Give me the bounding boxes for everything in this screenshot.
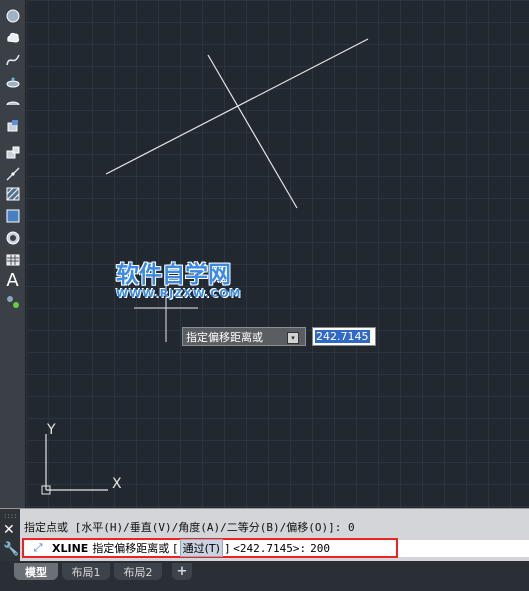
circle-icon[interactable] bbox=[2, 6, 23, 26]
close-icon[interactable]: ✕ bbox=[3, 522, 15, 538]
command-line-bg bbox=[398, 540, 529, 557]
multiline-text-icon[interactable]: A bbox=[2, 270, 23, 291]
gradient-icon[interactable] bbox=[2, 206, 23, 226]
dynamic-input-value-field[interactable]: 242.7145 bbox=[312, 327, 376, 346]
add-layout-button[interactable]: + bbox=[172, 563, 192, 580]
command-line-input[interactable]: ⤢ XLINE 指定偏移距离或 [ 通过(T) ] <242.7145>: 20… bbox=[22, 538, 398, 558]
bracket-open: [ bbox=[173, 541, 178, 555]
bracket-close: ] bbox=[224, 541, 230, 555]
hatch-icon[interactable] bbox=[2, 184, 23, 204]
ellipse-arc-icon[interactable] bbox=[2, 94, 23, 114]
wrench-icon[interactable]: 🔧 bbox=[3, 542, 19, 557]
insert-block-icon[interactable] bbox=[2, 116, 23, 136]
draw-toolbar: A bbox=[0, 0, 26, 510]
ucs-y-label: Y bbox=[46, 422, 56, 438]
tab-model[interactable]: 模型 bbox=[14, 563, 58, 580]
dynamic-input-prompt-label: 指定偏移距离或 bbox=[186, 330, 263, 344]
spline-icon[interactable] bbox=[2, 50, 23, 70]
watermark: 软件自学网 WWW.RJZXW.COM bbox=[116, 262, 266, 300]
drawing-canvas[interactable]: 软件自学网 WWW.RJZXW.COM 指定偏移距离或 ▾ 242.7145 X… bbox=[26, 0, 529, 508]
ucs-icon: X Y bbox=[41, 422, 122, 495]
watermark-title: 软件自学网 bbox=[116, 262, 231, 288]
command-option-through[interactable]: 通过(T) bbox=[179, 539, 223, 557]
make-block-icon[interactable] bbox=[2, 142, 23, 162]
layout-tabs: 模型 布局1 布局2 + bbox=[0, 561, 529, 591]
command-prompt: 指定偏移距离或 bbox=[92, 542, 170, 555]
tab-layout1[interactable]: 布局1 bbox=[62, 563, 110, 580]
xline-1 bbox=[105, 38, 369, 175]
chevron-down-icon[interactable]: ▾ bbox=[287, 332, 299, 344]
point-icon[interactable] bbox=[2, 164, 23, 184]
command-typed-value: 200 bbox=[310, 541, 330, 555]
revision-cloud-icon[interactable] bbox=[2, 28, 23, 48]
command-history-line: 指定点或 [水平(H)/垂直(V)/角度(A)/二等分(B)/偏移(O)]: 0 bbox=[24, 521, 355, 534]
region-icon[interactable] bbox=[2, 228, 23, 248]
add-selected-icon[interactable] bbox=[2, 292, 23, 312]
grip-handle[interactable]: :::: bbox=[4, 512, 17, 520]
command-line-icon[interactable]: ⤢ bbox=[24, 541, 52, 555]
command-name: XLINE bbox=[52, 541, 89, 555]
ellipse-icon[interactable] bbox=[2, 72, 23, 92]
command-window: :::: ✕ 🔧 指定点或 [水平(H)/垂直(V)/角度(A)/二等分(B)/… bbox=[0, 508, 529, 562]
dynamic-input-prompt[interactable]: 指定偏移距离或 ▾ bbox=[182, 327, 306, 346]
xline-2 bbox=[207, 54, 298, 209]
dynamic-input-value: 242.7145 bbox=[315, 330, 370, 343]
tab-layout2[interactable]: 布局2 bbox=[114, 563, 162, 580]
table-icon[interactable] bbox=[2, 250, 23, 270]
command-window-grip[interactable]: :::: ✕ 🔧 bbox=[0, 509, 20, 562]
command-default-value: <242.7145>: bbox=[233, 541, 307, 555]
watermark-url: WWW.RJZXW.COM bbox=[116, 287, 242, 300]
ucs-x-label: X bbox=[112, 476, 122, 492]
dynamic-input-tooltip: 指定偏移距离或 ▾ 242.7145 bbox=[182, 327, 376, 346]
